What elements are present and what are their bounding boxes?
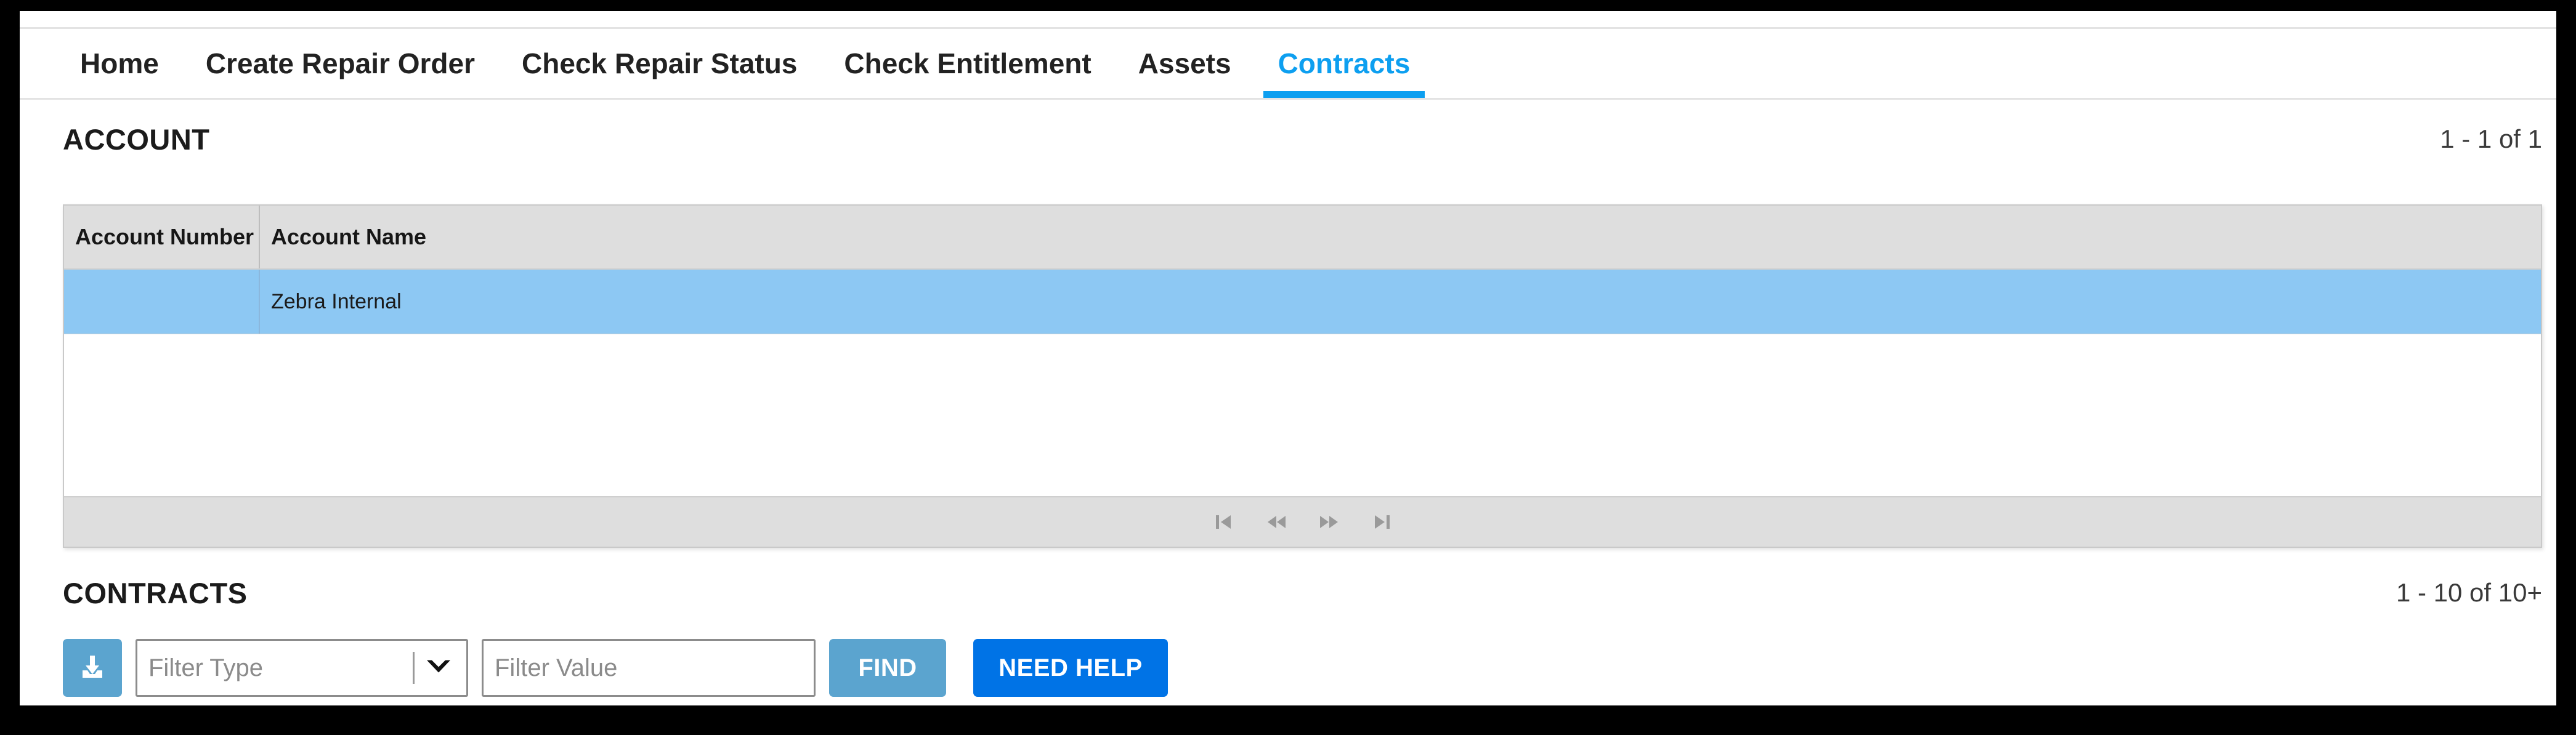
nav-tab-create-repair-order[interactable]: Create Repair Order <box>182 29 498 98</box>
column-header-account-name[interactable]: Account Name <box>259 206 2541 268</box>
nav-tab-check-entitlement[interactable]: Check Entitlement <box>820 29 1114 98</box>
nav-tab-check-repair-status-label: Check Repair Status <box>522 47 798 79</box>
filter-type-select[interactable]: Filter Type <box>136 639 468 697</box>
account-table-header-row: Account Number Account Name <box>64 206 2541 270</box>
nav-tab-strip: Home Create Repair Order Check Repair St… <box>57 29 1433 98</box>
export-button[interactable] <box>63 639 122 697</box>
column-header-account-number[interactable]: Account Number <box>64 206 259 268</box>
contracts-section-title: CONTRACTS <box>63 576 248 609</box>
nav-tab-contracts-label: Contracts <box>1278 47 1411 79</box>
filter-value-input[interactable] <box>482 639 816 697</box>
page-content: Home Create Repair Order Check Repair St… <box>20 11 2556 705</box>
nav-tab-home-label: Home <box>80 47 159 79</box>
main-navigation: Home Create Repair Order Check Repair St… <box>20 27 2556 100</box>
last-page-button[interactable] <box>1372 512 1393 532</box>
account-section-header: ACCOUNT 1 - 1 of 1 <box>63 121 2542 158</box>
account-table: Account Number Account Name Zebra Intern… <box>63 204 2542 548</box>
find-button[interactable]: FIND <box>829 639 946 697</box>
nav-tab-assets[interactable]: Assets <box>1115 29 1255 98</box>
account-table-pagination <box>64 496 2541 547</box>
need-help-button-label: NEED HELP <box>998 654 1143 681</box>
nav-tab-contracts[interactable]: Contracts <box>1255 29 1434 98</box>
chevron-down-icon <box>424 657 453 679</box>
nav-tab-home[interactable]: Home <box>57 29 182 98</box>
contracts-filter-toolbar: Filter Type FIND NEED HELP <box>63 639 1168 697</box>
previous-page-button[interactable] <box>1266 512 1287 532</box>
next-page-button[interactable] <box>1319 512 1340 532</box>
account-table-body: Zebra Internal <box>64 270 2541 496</box>
account-record-count: 1 - 1 of 1 <box>2440 124 2542 153</box>
filter-type-placeholder: Filter Type <box>148 654 263 681</box>
nav-tab-create-repair-order-label: Create Repair Order <box>205 47 475 79</box>
cell-account-name: Zebra Internal <box>259 270 2541 334</box>
download-icon <box>77 652 108 685</box>
table-row[interactable]: Zebra Internal <box>64 270 2541 334</box>
find-button-label: FIND <box>858 654 917 681</box>
nav-tab-check-repair-status[interactable]: Check Repair Status <box>498 29 820 98</box>
select-separator <box>413 652 415 684</box>
nav-tab-assets-label: Assets <box>1138 47 1231 79</box>
browser-frame: Home Create Repair Order Check Repair St… <box>0 0 2576 735</box>
cell-account-number <box>64 270 259 334</box>
contracts-record-count: 1 - 10 of 10+ <box>2396 578 2542 607</box>
account-section-title: ACCOUNT <box>63 122 210 156</box>
contracts-section-header: CONTRACTS 1 - 10 of 10+ <box>63 574 2542 611</box>
nav-tab-check-entitlement-label: Check Entitlement <box>844 47 1092 79</box>
need-help-button[interactable]: NEED HELP <box>973 639 1168 697</box>
first-page-button[interactable] <box>1213 512 1234 532</box>
